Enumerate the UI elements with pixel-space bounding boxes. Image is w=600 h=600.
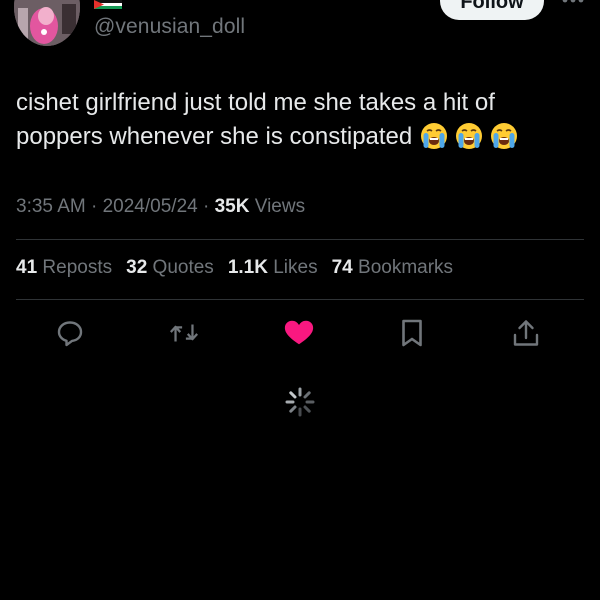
loading-spinner-icon (284, 386, 316, 418)
tweet-date[interactable]: 2024/05/24 (103, 196, 198, 217)
bookmark-icon (402, 319, 422, 347)
tweet-text-line-2-text: poppers whenever she is constipated (16, 123, 413, 150)
heart-icon (284, 320, 314, 345)
like-button[interactable] (283, 317, 315, 349)
tweet-text-line-2: poppers whenever she is constipated (16, 120, 576, 154)
bookmarks-count: 74 (331, 257, 353, 278)
emoji-group (420, 122, 518, 150)
quotes-label: Quotes (152, 257, 214, 278)
reply-icon (57, 321, 83, 347)
bookmark-button[interactable] (396, 317, 428, 349)
reposts-count: 41 (16, 257, 38, 278)
tweet-meta: 3:35 AM · 2024/05/24 · 35K Views (16, 196, 305, 218)
meta-separator: · (202, 196, 210, 217)
likes-label: Likes (273, 257, 318, 278)
likes-stat[interactable]: 1.1K Likes (228, 257, 318, 279)
retweet-icon (169, 324, 199, 342)
views-count: 35K (214, 196, 250, 217)
divider (16, 299, 584, 300)
share-button[interactable] (510, 317, 542, 349)
repost-button[interactable] (168, 317, 200, 349)
quotes-count: 32 (126, 257, 148, 278)
tweet-text-line-1: cishet girlfriend just told me she takes… (16, 89, 495, 116)
avatar[interactable] (14, 0, 80, 46)
loudly-crying-face-icon (456, 123, 483, 149)
likes-count: 1.1K (227, 257, 268, 278)
author-handle[interactable]: @venusian_doll (94, 15, 245, 39)
reply-button[interactable] (54, 317, 86, 349)
engagement-stats: 41 Reposts 32 Quotes 1.1K Likes 74 Bookm… (16, 257, 453, 279)
follow-button[interactable]: Follow (440, 0, 544, 20)
palestine-flag-icon (94, 0, 122, 9)
views-label: Views (254, 196, 306, 217)
reposts-label: Reposts (42, 257, 113, 278)
meta-separator: · (91, 196, 98, 217)
loudly-crying-face-icon (491, 123, 518, 149)
reposts-stat[interactable]: 41 Reposts (16, 257, 112, 279)
bookmarks-stat[interactable]: 74 Bookmarks (332, 257, 453, 279)
tweet-time[interactable]: 3:35 AM (16, 196, 86, 217)
bookmarks-label: Bookmarks (358, 257, 454, 278)
more-options-icon[interactable] (561, 0, 585, 6)
tweet-text: cishet girlfriend just told me she takes… (16, 86, 576, 154)
share-icon (513, 320, 539, 346)
quotes-stat[interactable]: 32 Quotes (126, 257, 214, 279)
loudly-crying-face-icon (421, 123, 448, 149)
divider (16, 239, 584, 240)
